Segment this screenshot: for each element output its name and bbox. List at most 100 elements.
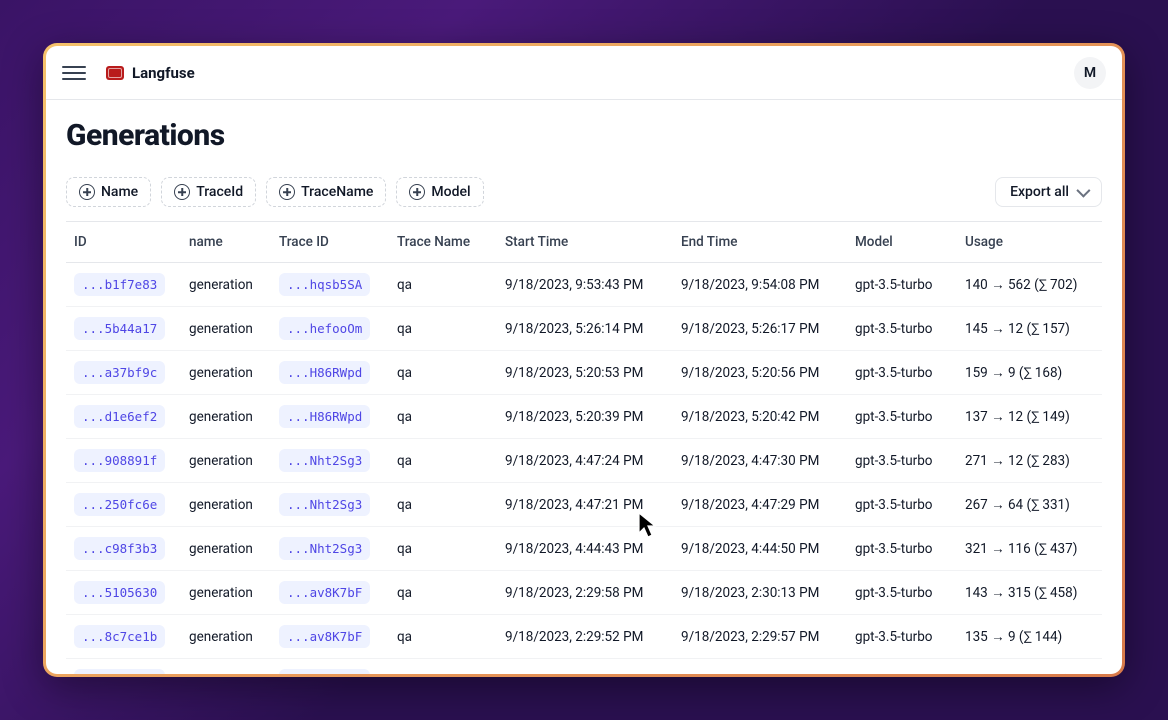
cell-usage: 267 → 64 (∑ 331) — [957, 483, 1102, 527]
cell-usage: 145 → 12 (∑ 157) — [957, 307, 1102, 351]
id-pill[interactable]: ...0b10342 — [74, 669, 165, 674]
id-pill[interactable]: ...5b44a17 — [74, 317, 165, 340]
id-pill[interactable]: ...a37bf9c — [74, 361, 165, 384]
avatar[interactable]: M — [1074, 57, 1106, 89]
cell-end: 9/18/2023, 9:54:08 PM — [673, 263, 847, 307]
trace-id-pill[interactable]: ...hefooOm — [279, 317, 370, 340]
cell-name: generation — [181, 351, 271, 395]
topbar: Langfuse M — [46, 46, 1122, 100]
col-end[interactable]: End Time — [673, 222, 847, 263]
brand[interactable]: Langfuse — [106, 64, 195, 82]
id-pill[interactable]: ...5105630 — [74, 581, 165, 604]
trace-id-pill[interactable]: ...av8K7bF — [279, 581, 370, 604]
cell-start: 9/18/2023, 5:20:53 PM — [497, 351, 673, 395]
cell-model: gpt-3.5-turbo — [847, 263, 957, 307]
col-usage[interactable]: Usage — [957, 222, 1102, 263]
cell-usage: 159 → 9 (∑ 168) — [957, 351, 1102, 395]
col-name[interactable]: name — [181, 222, 271, 263]
id-pill[interactable]: ...908891f — [74, 449, 165, 472]
filter-label: TraceName — [301, 184, 373, 200]
cell-usage: 143 → 315 (∑ 458) — [957, 571, 1102, 615]
trace-id-pill[interactable]: ...Nht2Sg3 — [279, 493, 370, 516]
page-title: Generations — [66, 118, 1102, 153]
id-pill[interactable]: ...250fc6e — [74, 493, 165, 516]
table-row[interactable]: ...b1f7e83 generation ...hqsb5SA qa 9/18/202… — [66, 263, 1102, 307]
brand-name: Langfuse — [132, 64, 195, 82]
trace-id-pill[interactable]: ...hqsb5SA — [279, 273, 370, 296]
table-row[interactable]: ...c98f3b3generation...Nht2Sg3qa9/18/202… — [66, 527, 1102, 571]
cell-start: 9/18/2023, 4:44:43 PM — [497, 527, 673, 571]
plus-icon — [174, 184, 190, 200]
table-row[interactable]: ...908891fgeneration...Nht2Sg3qa9/18/202… — [66, 439, 1102, 483]
col-model[interactable]: Model — [847, 222, 957, 263]
trace-id-pill[interactable]: ...H86RWpd — [279, 361, 370, 384]
col-id[interactable]: ID — [66, 222, 181, 263]
cell-name: generation — [181, 571, 271, 615]
cell-trace-name: qa — [389, 615, 497, 659]
trace-id-pill[interactable]: ...Nht2Sg3 — [279, 537, 370, 560]
cell-start: 9/18/2023, 4:47:21 PM — [497, 483, 673, 527]
trace-id-pill[interactable]: ...av8K7bF — [279, 625, 370, 648]
menu-button[interactable] — [62, 61, 86, 85]
cell-name: generation — [181, 395, 271, 439]
app-window-inner: Langfuse M Generations Name TraceId Tr — [46, 46, 1122, 674]
app-window: Langfuse M Generations Name TraceId Tr — [43, 43, 1125, 677]
filter-label: TraceId — [196, 184, 243, 200]
id-pill[interactable]: ...d1e6ef2 — [74, 405, 165, 428]
cell-usage: 187 → 46 (∑ 233) — [957, 659, 1102, 675]
id-pill[interactable]: ...c98f3b3 — [74, 537, 165, 560]
filter-chip-model[interactable]: Model — [396, 177, 483, 207]
filter-chip-traceid[interactable]: TraceId — [161, 177, 256, 207]
cell-end: 9/18/2023, 5:20:42 PM — [673, 395, 847, 439]
filter-chip-name[interactable]: Name — [66, 177, 151, 207]
cell-name: generation — [181, 659, 271, 675]
trace-id-pill[interactable]: ...Nht2Sg3 — [279, 449, 370, 472]
cell-start: 9/18/2023, 4:47:24 PM — [497, 439, 673, 483]
export-button[interactable]: Export all — [995, 177, 1102, 207]
cell-name: generation — [181, 307, 271, 351]
col-start[interactable]: Start Time — [497, 222, 673, 263]
col-trace-id[interactable]: Trace ID — [271, 222, 389, 263]
table-row[interactable]: ...0b10342 generation ...RY7UUpd qa9/18/202… — [66, 659, 1102, 675]
brand-logo-icon — [106, 66, 124, 80]
cell-start: 9/18/2023, 2:29:58 PM — [497, 571, 673, 615]
table-row[interactable]: ...8c7ce1bgeneration...av8K7bFqa9/18/202… — [66, 615, 1102, 659]
plus-icon — [79, 184, 95, 200]
plus-icon — [409, 184, 425, 200]
filter-label: Name — [101, 184, 138, 200]
table-row[interactable]: ...5105630generation...av8K7bFqa9/18/202… — [66, 571, 1102, 615]
cell-usage: 137 → 12 (∑ 149) — [957, 395, 1102, 439]
cell-start: 9/18/2023, 5:20:39 PM — [497, 395, 673, 439]
col-trace-name[interactable]: Trace Name — [389, 222, 497, 263]
cell-trace-name: qa — [389, 483, 497, 527]
cell-end: 9/18/2023, 5:26:17 PM — [673, 307, 847, 351]
cell-name: generation — [181, 263, 271, 307]
table-row[interactable]: ...d1e6ef2generation...H86RWpdqa9/18/202… — [66, 395, 1102, 439]
cell-usage: 140 → 562 (∑ 702) — [957, 263, 1102, 307]
cell-name: generation — [181, 483, 271, 527]
table-row[interactable]: ...250fc6egeneration...Nht2Sg3qa9/18/202… — [66, 483, 1102, 527]
filter-label: Model — [431, 184, 470, 200]
trace-id-pill[interactable]: ...H86RWpd — [279, 405, 370, 428]
trace-id-pill[interactable]: ...RY7UUpd — [279, 669, 370, 674]
cell-start: 9/18/2023, 5:26:14 PM — [497, 307, 673, 351]
cell-start: 9/18/2023, 11:26:05 AM — [497, 659, 673, 675]
id-pill[interactable]: ...8c7ce1b — [74, 625, 165, 648]
cell-start: 9/18/2023, 2:29:52 PM — [497, 615, 673, 659]
plus-icon — [279, 184, 295, 200]
cell-model: gpt-3.5-turbo — [847, 615, 957, 659]
cell-trace-name: qa — [389, 263, 497, 307]
cell-trace-name: qa — [389, 659, 497, 675]
cell-end: 9/18/2023, 2:30:13 PM — [673, 571, 847, 615]
table-row[interactable]: ...a37bf9cgeneration...H86RWpdqa9/18/202… — [66, 351, 1102, 395]
cell-model: gpt-3.5-turbo — [847, 483, 957, 527]
cell-end: 9/18/2023, 2:29:57 PM — [673, 615, 847, 659]
generations-table: ID name Trace ID Trace Name Start Time E… — [66, 221, 1102, 674]
id-pill[interactable]: ...b1f7e83 — [74, 273, 165, 296]
table-row[interactable]: ...5b44a17generation...hefooOmqa9/18/202… — [66, 307, 1102, 351]
cell-name: generation — [181, 527, 271, 571]
cell-end: 9/18/2023, 4:47:29 PM — [673, 483, 847, 527]
cell-usage: 321 → 116 (∑ 437) — [957, 527, 1102, 571]
filter-chip-tracename[interactable]: TraceName — [266, 177, 386, 207]
table-header-row: ID name Trace ID Trace Name Start Time E… — [66, 222, 1102, 263]
